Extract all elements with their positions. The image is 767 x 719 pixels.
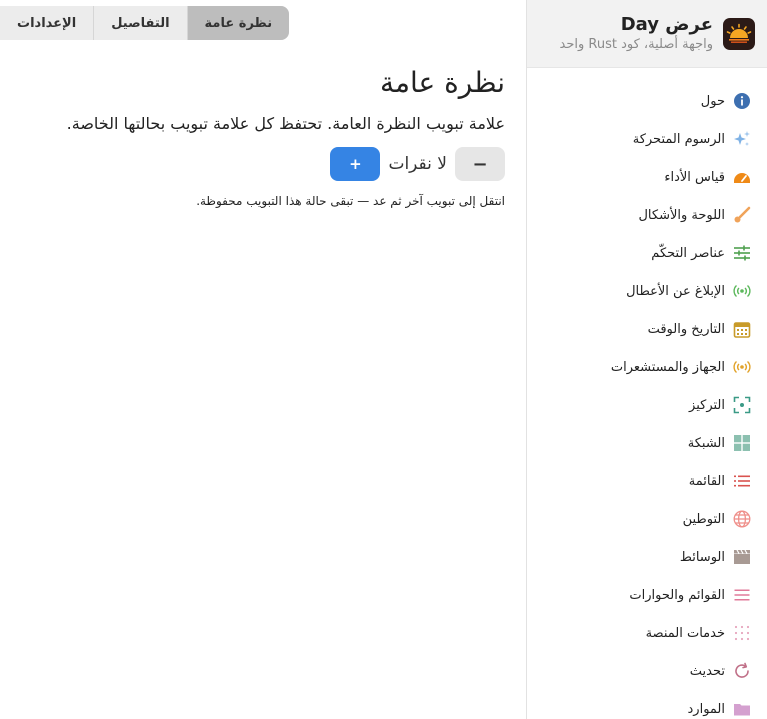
sidebar-item-label: التوطين	[682, 511, 725, 527]
sidebar-item-label: تحديث	[689, 663, 725, 679]
sliders-icon	[733, 244, 751, 262]
sidebar-item-label: الموارد	[687, 701, 725, 717]
sidebar-item-label: حول	[700, 93, 725, 109]
sidebar-item-resources[interactable]: الموارد	[527, 690, 767, 719]
sidebar-item-label: خدمات المنصة	[645, 625, 725, 641]
sparkles-icon	[733, 130, 751, 148]
speedometer-icon	[733, 168, 751, 186]
sidebar-item-label: التركيز	[689, 397, 725, 413]
sidebar-item-menus-dialogs[interactable]: القوائم والحوارات	[527, 576, 767, 614]
tab-details[interactable]: التفاصيل	[93, 6, 186, 40]
sidebar: عرض Day واجهة أصلية، كود Rust واحد حول ا…	[526, 0, 767, 719]
sidebar-item-label: التاريخ والوقت	[647, 321, 725, 337]
sidebar-item-media[interactable]: الوسائط	[527, 538, 767, 576]
sidebar-item-label: اللوحة والأشكال	[638, 207, 725, 223]
sidebar-item-refresh[interactable]: تحديث	[527, 652, 767, 690]
clapperboard-icon	[733, 548, 751, 566]
state-hint: انتقل إلى تبويب آخر ثم عد — تبقى حالة هذ…	[196, 194, 505, 208]
app-title: عرض Day	[620, 13, 713, 35]
sidebar-item-label: عناصر التحكّم	[651, 245, 725, 261]
sidebar-item-label: الجهاز والمستشعرات	[610, 359, 725, 375]
sidebar-item-benchmark[interactable]: قياس الأداء	[527, 158, 767, 196]
calendar-icon	[733, 320, 751, 338]
sidebar-item-animations[interactable]: الرسوم المتحركة	[527, 120, 767, 158]
sidebar-item-device-sensors[interactable]: الجهاز والمستشعرات	[527, 348, 767, 386]
sidebar-item-grid[interactable]: الشبكة	[527, 424, 767, 462]
globe-icon	[733, 510, 751, 528]
sidebar-item-datetime[interactable]: التاريخ والوقت	[527, 310, 767, 348]
grid-icon	[733, 434, 751, 452]
app-subtitle: واجهة أصلية، كود Rust واحد	[559, 36, 713, 52]
sidebar-item-canvas[interactable]: اللوحة والأشكال	[527, 196, 767, 234]
decrement-button[interactable]: −	[455, 147, 505, 181]
sidebar-item-controls[interactable]: عناصر التحكّم	[527, 234, 767, 272]
sidebar-item-label: الشبكة	[687, 435, 725, 451]
page-description: علامة تبويب النظرة العامة. تحتفظ كل علام…	[66, 114, 505, 133]
folder-icon	[733, 700, 751, 718]
sunset-logo-icon	[723, 17, 755, 50]
click-count-label: لا نقرات	[388, 154, 447, 174]
paintbrush-icon	[733, 206, 751, 224]
info-icon	[733, 92, 751, 110]
sidebar-item-localization[interactable]: التوطين	[527, 500, 767, 538]
list-icon	[733, 472, 751, 490]
focus-icon	[733, 396, 751, 414]
sidebar-item-label: قياس الأداء	[664, 169, 725, 185]
sidebar-item-crash-reporting[interactable]: الإبلاغ عن الأعطال	[527, 272, 767, 310]
counter-row: − لا نقرات +	[330, 147, 505, 181]
sidebar-item-label: الإبلاغ عن الأعطال	[626, 283, 725, 299]
sidebar-item-label: القوائم والحوارات	[629, 587, 725, 603]
sidebar-item-platform-services[interactable]: خدمات المنصة	[527, 614, 767, 652]
sidebar-nav: حول الرسوم المتحركة قياس الأداء اللوحة و…	[527, 68, 767, 719]
dots-grid-icon	[733, 624, 751, 642]
app-header: عرض Day واجهة أصلية، كود Rust واحد	[527, 0, 767, 68]
sensor-icon	[733, 358, 751, 376]
tab-overview[interactable]: نظرة عامة	[186, 6, 290, 40]
sidebar-item-label: الرسوم المتحركة	[632, 131, 725, 147]
sidebar-item-label: الوسائط	[679, 549, 725, 565]
menu-icon	[733, 586, 751, 604]
sidebar-item-focus[interactable]: التركيز	[527, 386, 767, 424]
sidebar-item-about[interactable]: حول	[527, 82, 767, 120]
refresh-icon	[733, 662, 751, 680]
broadcast-icon	[733, 282, 751, 300]
sidebar-item-list[interactable]: القائمة	[527, 462, 767, 500]
tab-settings[interactable]: الإعدادات	[0, 6, 93, 40]
increment-button[interactable]: +	[330, 147, 381, 181]
tab-bar: نظرة عامة التفاصيل الإعدادات	[0, 6, 290, 40]
sidebar-item-label: القائمة	[688, 473, 725, 489]
page-title: نظرة عامة	[379, 66, 505, 99]
